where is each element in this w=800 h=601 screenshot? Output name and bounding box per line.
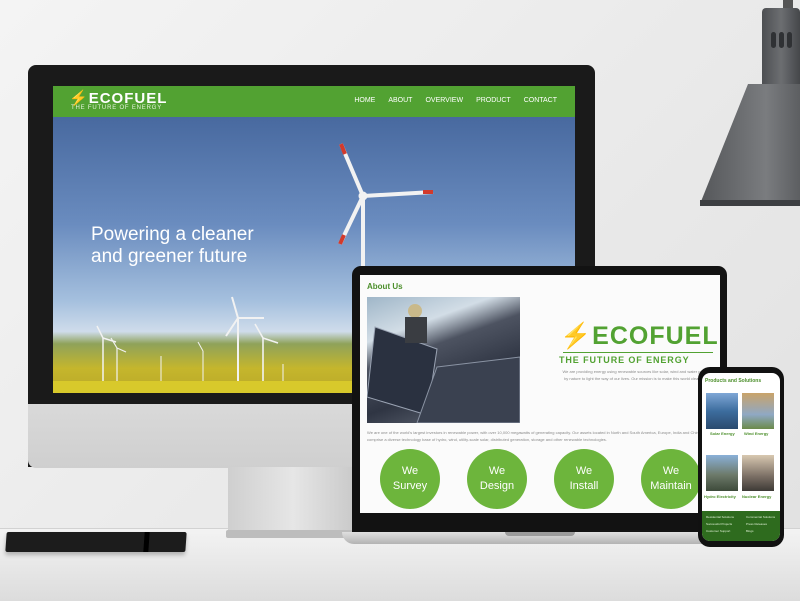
- footer-link[interactable]: Blogs: [746, 529, 754, 533]
- solar-panels-graphic: [367, 304, 520, 423]
- footer-link[interactable]: Commercial Solutions: [746, 515, 775, 519]
- product-caption: Wind Energy: [744, 431, 769, 436]
- nav-home[interactable]: HOME: [354, 97, 375, 104]
- hero-heading: Powering a cleaner and greener future: [91, 224, 254, 268]
- solar-energy-image[interactable]: [706, 393, 738, 429]
- service-label-line2: Design: [479, 480, 515, 492]
- nav-menu: HOME ABOUT OVERVIEW PRODUCT CONTACT: [354, 97, 557, 104]
- about-tagline: THE FUTURE OF ENERGY: [559, 355, 690, 365]
- lamp-neck: [762, 8, 800, 88]
- service-design-button[interactable]: We Design: [467, 449, 527, 509]
- service-label-line2: Install: [569, 480, 599, 492]
- service-label-line2: Survey: [392, 480, 428, 492]
- notebook: [5, 532, 187, 552]
- service-label-line1: We: [488, 465, 506, 477]
- laptop-notch: [505, 532, 575, 536]
- nav-product[interactable]: PRODUCT: [476, 97, 511, 104]
- nav-about[interactable]: ABOUT: [388, 97, 412, 104]
- about-description: We are providing energy using renewable …: [562, 369, 714, 381]
- footer-link[interactable]: Successful Projects: [706, 522, 732, 526]
- notebook-band: [143, 532, 150, 552]
- footer-link[interactable]: Customer Support: [706, 529, 730, 533]
- logo-divider: [563, 352, 713, 353]
- phone-footer: Residential Solutions Commercial Solutio…: [702, 511, 780, 541]
- service-maintain-button[interactable]: We Maintain: [641, 449, 701, 509]
- lightning-icon: ⚡: [560, 322, 593, 350]
- nav-contact[interactable]: CONTACT: [524, 97, 557, 104]
- hero-line-2: and greener future: [91, 246, 248, 267]
- nuclear-energy-image[interactable]: [742, 455, 774, 491]
- logo-tagline: THE FUTURE OF ENERGY: [71, 105, 163, 111]
- hero-line-1: Powering a cleaner: [91, 224, 254, 245]
- service-label-line2: Maintain: [650, 480, 692, 492]
- navbar: ⚡ECOFUEL THE FUTURE OF ENERGY HOME ABOUT…: [53, 86, 575, 117]
- nav-overview[interactable]: OVERVIEW: [425, 97, 463, 104]
- laptop-screen: About Us ⚡ECOFUEL THE FUTURE OF ENERGY W…: [360, 275, 720, 513]
- about-logo: ⚡ECOFUEL: [560, 322, 719, 351]
- service-label-line1: We: [401, 465, 419, 477]
- products-title: Products and Solutions: [705, 378, 762, 384]
- lamp-vent: [787, 32, 792, 48]
- service-label-line1: We: [575, 465, 593, 477]
- phone-screen: Products and Solutions Solar Energy Wind…: [702, 373, 780, 541]
- lamp-rim: [700, 200, 800, 206]
- product-caption: Nuclear Energy: [742, 494, 772, 499]
- service-label-line1: We: [662, 465, 680, 477]
- footer-link[interactable]: Residential Solutions: [706, 515, 734, 519]
- about-paragraph: We are one of the world's largest invest…: [367, 430, 701, 442]
- wind-energy-image[interactable]: [742, 393, 774, 429]
- about-us-title: About Us: [367, 282, 403, 291]
- lamp-vent: [779, 32, 784, 48]
- hydro-electricity-image[interactable]: [706, 455, 738, 491]
- product-caption: Solar Energy: [710, 431, 735, 436]
- about-logo-text: ECOFUEL: [592, 322, 719, 350]
- monitor-stand: [228, 467, 358, 537]
- service-install-button[interactable]: We Install: [554, 449, 614, 509]
- footer-link[interactable]: Press Releases: [746, 522, 767, 526]
- service-survey-button[interactable]: We Survey: [380, 449, 440, 509]
- product-caption: Hydro Electricity: [704, 494, 736, 499]
- solar-installer-photo: [367, 297, 520, 423]
- lamp-vent: [771, 32, 776, 48]
